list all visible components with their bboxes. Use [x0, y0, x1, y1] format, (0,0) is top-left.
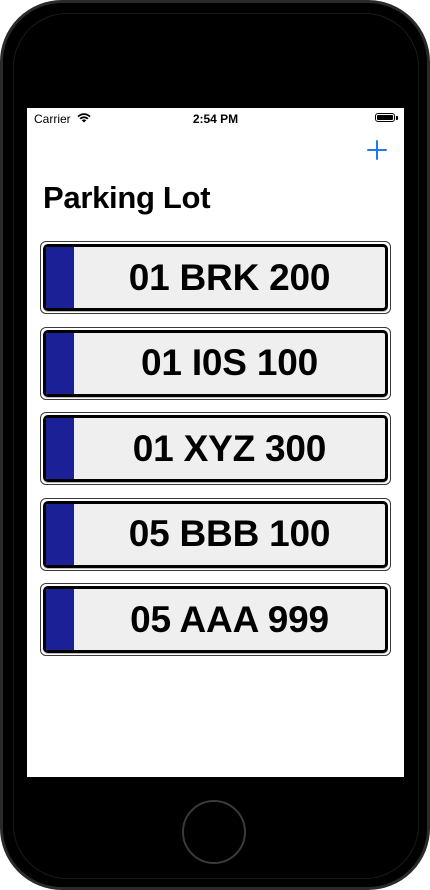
battery-tip [396, 116, 398, 120]
plate-country-band [46, 247, 74, 308]
plate-number: 01 XYZ 300 [132, 427, 327, 469]
status-bar: Carrier 2:54 PM [27, 108, 404, 130]
plate-row[interactable]: 05 BBB 100 [40, 497, 391, 571]
plate-number: 05 AAA 999 [130, 598, 329, 640]
plus-icon [367, 140, 387, 160]
plate-country-band [46, 332, 74, 394]
plate-number: 01 BRK 200 [128, 256, 331, 298]
license-plate: 01 I0S 100 [43, 329, 388, 397]
plate-row[interactable]: 01 XYZ 300 [40, 412, 391, 485]
plate-row[interactable]: 01 I0S 100 [40, 326, 391, 400]
license-plate: 01 BRK 200 [43, 244, 388, 311]
license-plate: 01 XYZ 300 [43, 415, 388, 482]
plate-list: 01 BRK 200 01 I0S 100 01 XYZ 300 05 BBB … [40, 241, 391, 669]
license-plate: 05 AAA 999 [43, 586, 388, 653]
app-screen: Carrier 2:54 PM Parking Lot 01 BRK 200 0… [27, 108, 404, 777]
status-time: 2:54 PM [192, 112, 239, 126]
plate-country-band [46, 503, 74, 565]
home-button[interactable] [182, 800, 246, 864]
plate-row[interactable]: 05 AAA 999 [40, 583, 391, 656]
license-plate: 05 BBB 100 [43, 500, 388, 568]
battery-icon [375, 113, 395, 122]
plate-row[interactable]: 01 BRK 200 [40, 241, 391, 314]
add-plate-button[interactable] [364, 137, 390, 163]
plate-country-band [46, 589, 74, 650]
plate-number: 05 BBB 100 [128, 513, 331, 554]
page-title: Parking Lot [43, 180, 211, 215]
plate-country-band [46, 418, 74, 479]
plate-number: 01 I0S 100 [141, 342, 318, 383]
